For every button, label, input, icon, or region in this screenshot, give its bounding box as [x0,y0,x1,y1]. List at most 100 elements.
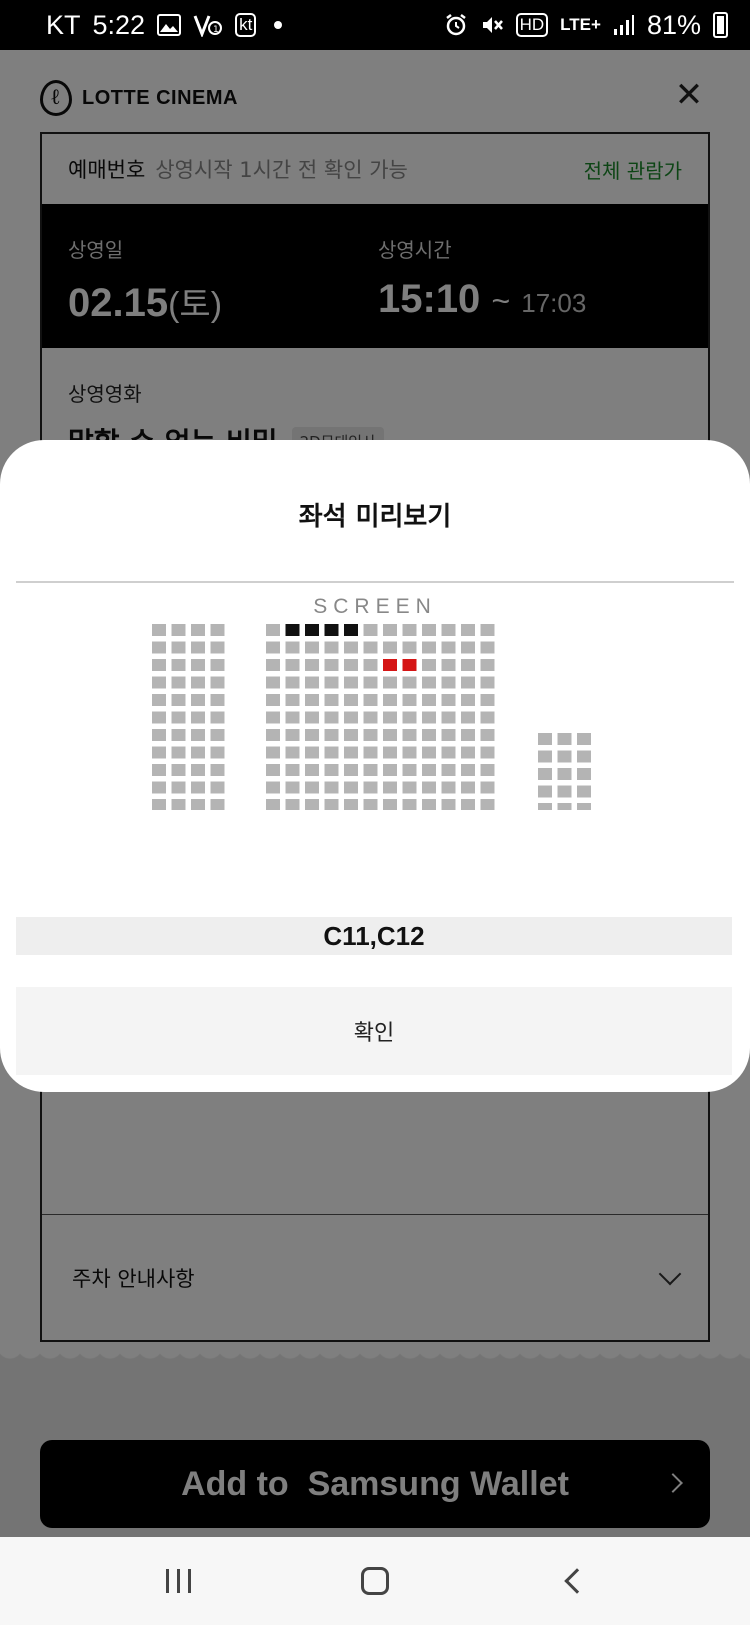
more-notifications-dot [274,21,283,29]
back-button[interactable] [542,1551,602,1611]
seat-available [363,746,378,759]
selected-seats: C11,C12 [323,920,425,951]
seat-available [363,729,378,741]
seat-available [441,799,456,810]
seat-available [441,676,456,689]
seat-available [538,750,552,763]
seat-available [266,746,280,759]
seat-available [285,711,300,724]
seat-available [538,803,552,810]
seat-available [266,729,280,741]
seat-available [152,694,166,706]
seat-available [422,746,436,759]
seat-available [305,781,319,794]
seat-available [324,764,339,776]
seat-available [324,694,339,706]
seat-available [344,799,358,810]
seat-available [152,781,166,794]
seat-available [305,729,319,741]
seat-available [422,729,436,741]
seat-available [461,799,475,810]
seat-available [402,641,417,654]
seat-available [461,659,475,671]
seat-available [191,729,205,741]
seat-available [305,746,319,759]
seat-selected [383,659,397,671]
seat-available [266,676,280,689]
seat-available [441,746,456,759]
battery-icon [713,12,728,38]
seat-available [266,659,280,671]
seat-available [344,659,358,671]
seat-available [402,624,417,636]
seat-available [461,746,475,759]
seat-available [210,781,225,794]
seat-available [305,659,319,671]
seat-available [363,799,378,810]
seat-available [324,729,339,741]
signal-icon [613,14,635,36]
seat-available [171,694,186,706]
seat-available [344,729,358,741]
seat-available [344,641,358,654]
seat-available [461,694,475,706]
seat-available [383,624,397,636]
seat-available [285,694,300,706]
seat-available [191,641,205,654]
seat-available [402,799,417,810]
seat-available [461,729,475,741]
seat-available [152,711,166,724]
seat-available [191,659,205,671]
selected-seats-bar: C11,C12 [16,917,732,955]
seat-available [363,676,378,689]
seat-taken [324,624,339,636]
seat-available [557,803,572,810]
seat-available [441,781,456,794]
screen-label: SCREEN [313,595,437,618]
confirm-button[interactable]: 확인 [16,987,732,1075]
modal-title: 좌석 미리보기 [298,502,452,532]
battery-percent: 81% [646,9,701,40]
mute-icon [480,13,504,37]
home-button[interactable] [345,1551,405,1611]
seat-available [363,624,378,636]
seat-available [152,764,166,776]
seat-available [324,799,339,810]
alarm-icon [444,13,468,37]
status-bar: KT 5:22 1 kt HD LTE+ 81% [0,0,750,50]
seat-available [191,781,205,794]
seat-available [324,711,339,724]
seat-available [557,768,572,780]
seat-available [383,729,397,741]
seat-available [324,641,339,654]
seat-available [210,746,225,759]
seat-available [422,694,436,706]
seat-available [383,799,397,810]
seat-available [171,659,186,671]
seat-available [383,676,397,689]
seat-available [383,711,397,724]
seat-available [557,733,572,745]
seat-available [171,799,186,810]
seat-available [171,746,186,759]
seat-available [480,659,495,671]
seat-available [285,676,300,689]
seat-available [285,641,300,654]
seat-available [480,729,495,741]
seat-available [344,711,358,724]
seat-available [441,641,456,654]
seat-available [266,781,280,794]
recent-apps-button[interactable] [148,1551,208,1611]
recent-apps-icon [165,1569,191,1593]
seat-available [480,694,495,706]
seat-available [324,659,339,671]
seat-available [480,799,495,810]
seat-available [363,711,378,724]
seat-available [152,641,166,654]
seat-available [363,659,378,671]
seat-available [480,746,495,759]
seat-available [210,641,225,654]
seat-available [324,676,339,689]
seat-available [383,746,397,759]
seat-available [461,624,475,636]
